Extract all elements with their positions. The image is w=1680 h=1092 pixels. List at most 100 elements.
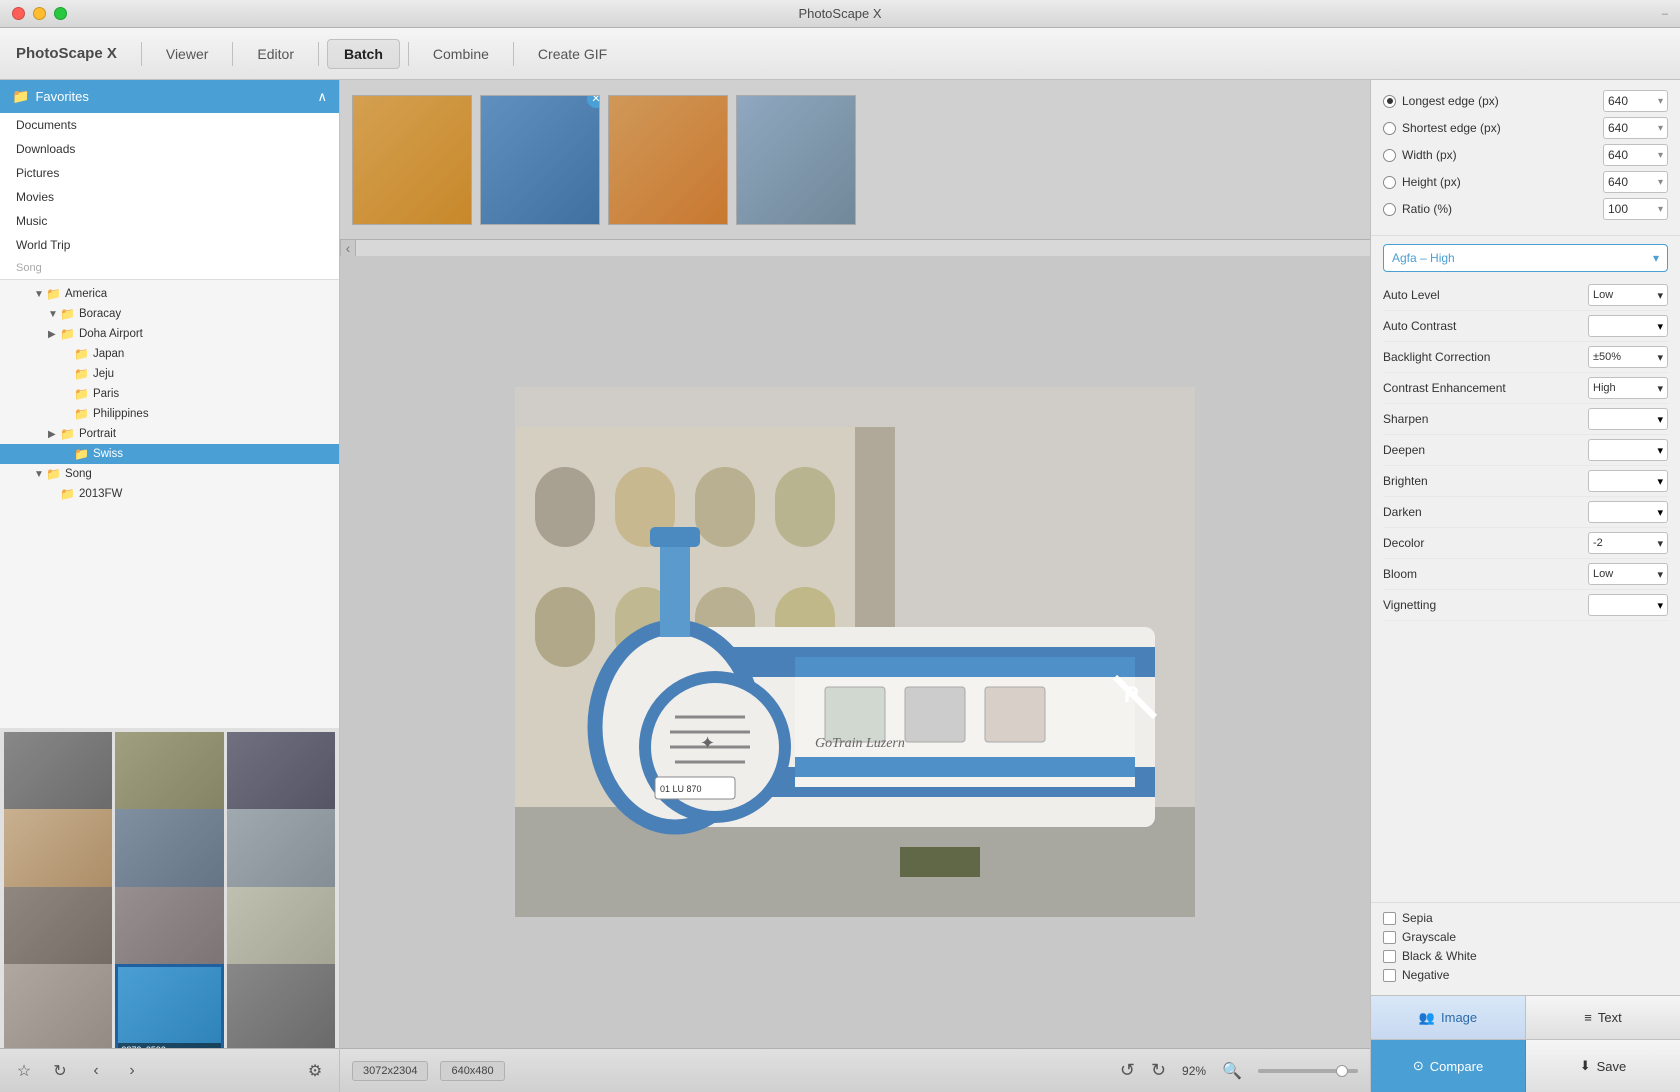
output-size-tag: 640x480 bbox=[440, 1061, 504, 1081]
favorites-item-movies[interactable]: Movies bbox=[0, 185, 339, 209]
thumb-item[interactable] bbox=[4, 964, 112, 1048]
tree-label: Japan bbox=[93, 348, 124, 360]
adj-value-decolor: -2 bbox=[1593, 537, 1603, 549]
sidebar-toolbar: ☆ ↻ ‹ › ⚙ bbox=[0, 1048, 339, 1092]
favorites-item-pictures[interactable]: Pictures bbox=[0, 161, 339, 185]
back-button[interactable]: ‹ bbox=[84, 1059, 108, 1083]
checkbox-grayscale[interactable] bbox=[1383, 931, 1396, 944]
adj-dropdown-contrast-enh[interactable]: High ▾ bbox=[1588, 377, 1668, 399]
radio-longest[interactable] bbox=[1383, 95, 1396, 108]
main-image: ✦ GoTrain Luzern bbox=[515, 387, 1195, 917]
strip-thumb-4[interactable] bbox=[736, 95, 856, 225]
radio-height[interactable] bbox=[1383, 176, 1396, 189]
size-row-longest[interactable]: Longest edge (px) 640 ▾ bbox=[1383, 90, 1668, 112]
save-button[interactable]: ⬇ Save bbox=[1526, 1040, 1680, 1092]
adj-dropdown-vignetting[interactable]: ▾ bbox=[1588, 594, 1668, 616]
tree-item-swiss[interactable]: 📁 Swiss bbox=[0, 444, 339, 464]
tree-item-boracay[interactable]: ▼ 📁 Boracay bbox=[0, 304, 339, 324]
zoom-slider-thumb[interactable] bbox=[1336, 1065, 1348, 1077]
strip-close-button[interactable]: ✕ bbox=[587, 95, 600, 108]
thumb-item[interactable] bbox=[227, 964, 335, 1048]
collapse-handle[interactable]: ‹ bbox=[340, 240, 356, 256]
checkbox-negative[interactable] bbox=[1383, 969, 1396, 982]
tree-item-doha[interactable]: ▶ 📁 Doha Airport bbox=[0, 324, 339, 344]
text-tab-button[interactable]: ≡ Text bbox=[1526, 996, 1680, 1039]
zoom-slider[interactable] bbox=[1258, 1069, 1358, 1073]
maximize-button[interactable] bbox=[54, 7, 67, 20]
nav-viewer[interactable]: Viewer bbox=[150, 40, 225, 68]
rotate-right-icon[interactable]: ↻ bbox=[1151, 1060, 1166, 1081]
status-bar: 3072x2304 640x480 ↺ ↻ 92% 🔍 bbox=[340, 1048, 1370, 1092]
rotate-left-icon[interactable]: ↺ bbox=[1120, 1060, 1135, 1081]
radio-ratio[interactable] bbox=[1383, 203, 1396, 216]
size-input-shortest[interactable]: 640 ▾ bbox=[1603, 117, 1668, 139]
adj-dropdown-decolor[interactable]: -2 ▾ bbox=[1588, 532, 1668, 554]
adj-dropdown-auto-contrast[interactable]: ▾ bbox=[1588, 315, 1668, 337]
tree-item-america[interactable]: ▼ 📁 America bbox=[0, 284, 339, 304]
close-button[interactable] bbox=[12, 7, 25, 20]
tree-item-philippines[interactable]: 📁 Philippines bbox=[0, 404, 339, 424]
adj-dropdown-backlight[interactable]: ±50% ▾ bbox=[1588, 346, 1668, 368]
tree-item-song[interactable]: ▼ 📁 Song bbox=[0, 464, 339, 484]
content-area: ✕ ‹ bbox=[340, 80, 1370, 1092]
window-controls[interactable] bbox=[12, 7, 67, 20]
title-bar-right: – bbox=[1662, 8, 1668, 20]
checkbox-bw[interactable] bbox=[1383, 950, 1396, 963]
size-row-height[interactable]: Height (px) 640 ▾ bbox=[1383, 171, 1668, 193]
settings-gear-icon[interactable]: ⚙ bbox=[303, 1059, 327, 1083]
adj-label-vignetting: Vignetting bbox=[1383, 598, 1588, 612]
size-input-height[interactable]: 640 ▾ bbox=[1603, 171, 1668, 193]
tree-item-jeju[interactable]: 📁 Jeju bbox=[0, 364, 339, 384]
adj-vignetting: Vignetting ▾ bbox=[1383, 590, 1668, 621]
favorites-item-music[interactable]: Music bbox=[0, 209, 339, 233]
adj-dropdown-deepen[interactable]: ▾ bbox=[1588, 439, 1668, 461]
star-button[interactable]: ☆ bbox=[12, 1059, 36, 1083]
tree-item-paris[interactable]: 📁 Paris bbox=[0, 384, 339, 404]
minimize-button[interactable] bbox=[33, 7, 46, 20]
size-label-height: Height (px) bbox=[1402, 175, 1603, 189]
thumb-item-selected[interactable]: 3872x2592010_0154.JP bbox=[115, 964, 223, 1048]
size-row-width[interactable]: Width (px) 640 ▾ bbox=[1383, 144, 1668, 166]
checkbox-sepia[interactable] bbox=[1383, 912, 1396, 925]
adj-dropdown-darken[interactable]: ▾ bbox=[1588, 501, 1668, 523]
size-input-longest[interactable]: 640 ▾ bbox=[1603, 90, 1668, 112]
main-image-area: ✦ GoTrain Luzern bbox=[340, 256, 1370, 1048]
adj-dropdown-bloom[interactable]: Low ▾ bbox=[1588, 563, 1668, 585]
favorites-chevron[interactable]: ∧ bbox=[317, 89, 327, 105]
svg-text:01 LU 870: 01 LU 870 bbox=[660, 784, 702, 794]
filter-preset-dropdown[interactable]: Agfa – High ▾ bbox=[1383, 244, 1668, 272]
size-input-ratio[interactable]: 100 ▾ bbox=[1603, 198, 1668, 220]
radio-shortest[interactable] bbox=[1383, 122, 1396, 135]
size-row-ratio[interactable]: Ratio (%) 100 ▾ bbox=[1383, 198, 1668, 220]
adj-bloom: Bloom Low ▾ bbox=[1383, 559, 1668, 590]
nav-combine[interactable]: Combine bbox=[417, 40, 505, 68]
adj-dropdown-brighten[interactable]: ▾ bbox=[1588, 470, 1668, 492]
dropdown-arrow-icon: ▾ bbox=[1658, 96, 1663, 107]
nav-batch[interactable]: Batch bbox=[327, 39, 400, 69]
adj-dropdown-auto-level[interactable]: Low ▾ bbox=[1588, 284, 1668, 306]
strip-thumb-2[interactable]: ✕ bbox=[480, 95, 600, 225]
tree-item-2013fw[interactable]: 📁 2013FW bbox=[0, 484, 339, 504]
strip-thumb-1[interactable] bbox=[352, 95, 472, 225]
forward-button[interactable]: › bbox=[120, 1059, 144, 1083]
strip-thumb-3[interactable] bbox=[608, 95, 728, 225]
size-input-width[interactable]: 640 ▾ bbox=[1603, 144, 1668, 166]
refresh-button[interactable]: ↻ bbox=[48, 1059, 72, 1083]
nav-editor[interactable]: Editor bbox=[241, 40, 310, 68]
compare-button[interactable]: ⊙ Compare bbox=[1371, 1040, 1526, 1092]
radio-width[interactable] bbox=[1383, 149, 1396, 162]
favorites-header[interactable]: 📁 Favorites ∧ bbox=[0, 80, 339, 113]
tree-arrow: ▼ bbox=[48, 309, 60, 320]
image-tab-button[interactable]: 👥 Image bbox=[1371, 996, 1526, 1039]
tree-arrow: ▶ bbox=[48, 329, 60, 340]
size-row-shortest[interactable]: Shortest edge (px) 640 ▾ bbox=[1383, 117, 1668, 139]
tree-item-japan[interactable]: 📁 Japan bbox=[0, 344, 339, 364]
image-tab-icon: 👥 bbox=[1419, 1010, 1435, 1026]
folder-icon: 📁 bbox=[46, 467, 61, 481]
favorites-item-documents[interactable]: Documents bbox=[0, 113, 339, 137]
tree-item-portrait[interactable]: ▶ 📁 Portrait bbox=[0, 424, 339, 444]
favorites-item-worldtrip[interactable]: World Trip bbox=[0, 233, 339, 257]
nav-creategif[interactable]: Create GIF bbox=[522, 40, 623, 68]
adj-dropdown-sharpen[interactable]: ▾ bbox=[1588, 408, 1668, 430]
favorites-item-downloads[interactable]: Downloads bbox=[0, 137, 339, 161]
